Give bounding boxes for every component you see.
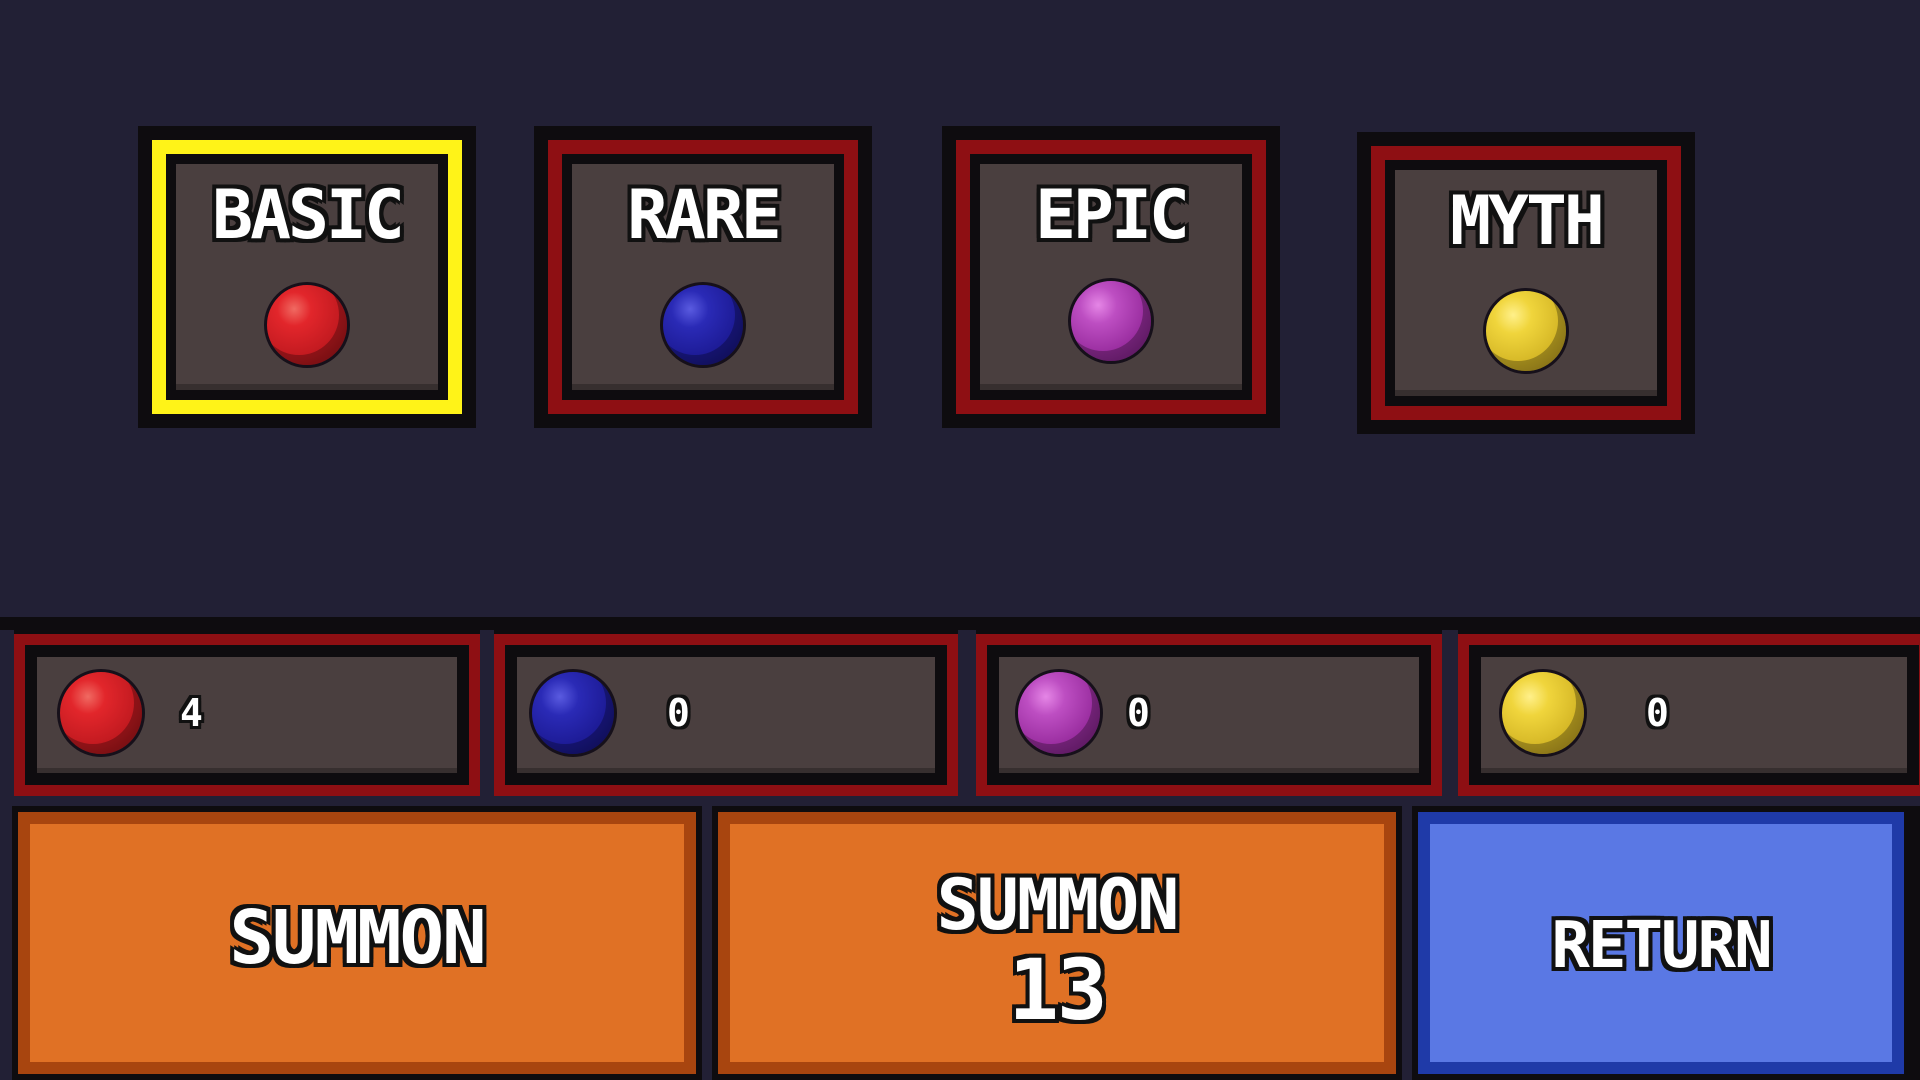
tier-label-myth: MYTH: [1450, 182, 1605, 261]
tier-panel: MYTH: [1395, 170, 1657, 396]
inventory-count-red: 4: [180, 691, 203, 735]
inventory-frame: 0: [976, 634, 1442, 796]
summon-button-face: SUMMON: [18, 812, 696, 1074]
tier-frame: RARE: [548, 140, 858, 414]
tier-label-epic: EPIC: [1035, 176, 1190, 255]
yellow-orb-icon: [1483, 288, 1569, 374]
inventory-count-yellow: 0: [1646, 691, 1669, 735]
inventory-slot-blue: 0: [494, 630, 958, 796]
inventory-frame: 0: [1458, 634, 1920, 796]
inventory-slot-yellow: 0: [1458, 630, 1920, 796]
return-button[interactable]: RETURN: [1412, 806, 1920, 1080]
tier-card-epic[interactable]: EPIC: [942, 126, 1280, 428]
summon-button[interactable]: SUMMON: [12, 806, 702, 1080]
inventory-frame: 4: [14, 634, 480, 796]
tier-frame: BASIC: [152, 140, 462, 414]
tier-frame: EPIC: [956, 140, 1266, 414]
red-orb-icon: [264, 282, 350, 368]
purple-orb-icon: [1068, 278, 1154, 364]
summon-multi-button[interactable]: SUMMON 13: [712, 806, 1402, 1080]
summon-multi-button-face: SUMMON 13: [718, 812, 1396, 1074]
yellow-orb-icon: [1499, 669, 1587, 757]
inventory-frame: 0: [494, 634, 958, 796]
tier-panel: EPIC: [980, 164, 1242, 390]
purple-orb-icon: [1015, 669, 1103, 757]
tier-frame: MYTH: [1371, 146, 1681, 420]
inventory-count-blue: 0: [667, 691, 690, 735]
tier-label-rare: RARE: [627, 176, 782, 255]
tier-card-basic[interactable]: BASIC: [138, 126, 476, 428]
red-orb-icon: [57, 669, 145, 757]
tier-card-myth[interactable]: MYTH: [1357, 132, 1695, 434]
inventory-slot-red: 4: [14, 630, 480, 796]
summon-multi-count: 13: [1008, 941, 1107, 1039]
tier-label-basic: BASIC: [212, 176, 405, 255]
blue-orb-icon: [660, 282, 746, 368]
summon-multi-button-label: SUMMON: [936, 864, 1180, 946]
divider: [0, 617, 1920, 630]
tier-panel: BASIC: [176, 164, 438, 390]
return-button-label: RETURN: [1551, 909, 1772, 983]
inventory-panel: 0: [517, 657, 935, 773]
inventory-panel: 4: [37, 657, 457, 773]
inventory-panel: 0: [999, 657, 1419, 773]
summon-screen: BASIC RARE EPIC MYTH 4 0 0 0 SUMMON SUMM…: [0, 0, 1920, 1080]
inventory-slot-purple: 0: [976, 630, 1442, 796]
inventory-panel: 0: [1481, 657, 1907, 773]
return-button-face: RETURN: [1418, 812, 1904, 1074]
inventory-count-purple: 0: [1127, 691, 1150, 735]
blue-orb-icon: [529, 669, 617, 757]
tier-panel: RARE: [572, 164, 834, 390]
tier-card-rare[interactable]: RARE: [534, 126, 872, 428]
summon-button-label: SUMMON: [229, 895, 486, 981]
